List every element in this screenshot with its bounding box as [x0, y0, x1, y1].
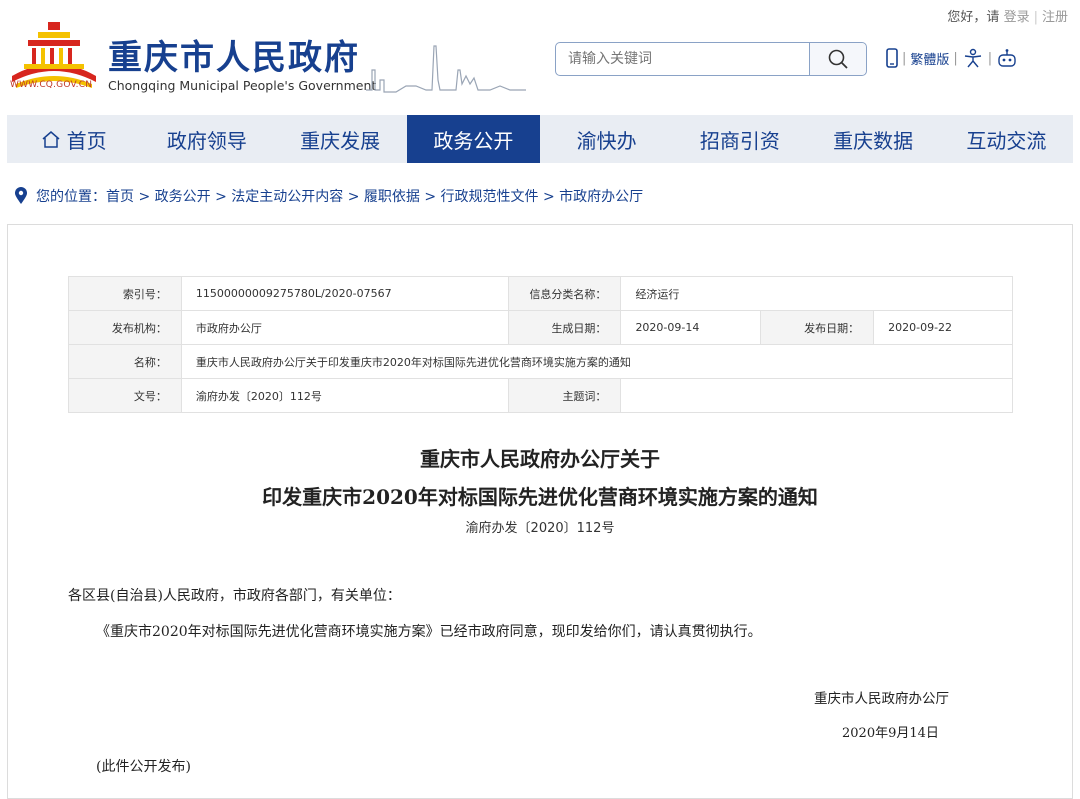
document-number: 渝府办发〔2020〕112号 — [465, 521, 615, 536]
created-date-value: 2020-09-14 — [620, 310, 762, 345]
table-row: 文号： 渝府办发〔2020〕112号 主题词： — [68, 378, 1013, 413]
nav-item-home[interactable]: 首页 — [7, 115, 140, 163]
site-subtitle: Chongqing Municipal People's Government — [108, 78, 377, 93]
main-nav: 首页 政府领导 重庆发展 政务公开 渝快办 招商引资 重庆数据 互动交流 — [7, 115, 1073, 163]
search-input[interactable] — [556, 43, 834, 75]
document-title-line1: 重庆市人民政府办公厅关于 — [420, 447, 660, 471]
nav-item-development[interactable]: 重庆发展 — [274, 115, 407, 163]
search-icon — [828, 49, 848, 69]
issuer-label: 发布机构： — [68, 310, 182, 345]
issuer-value: 市政府办公厅 — [180, 310, 509, 345]
breadcrumb: 您的位置： 首页 > 政务公开 > 法定主动公开内容 > 履职依据 > 行政规范… — [14, 186, 643, 206]
published-date-value: 2020-09-22 — [873, 310, 1013, 345]
nav-item-yukuaiban[interactable]: 渝快办 — [540, 115, 673, 163]
mobile-icon[interactable] — [886, 48, 898, 68]
top-links: 您好，请 登录 | 注册 — [947, 10, 1068, 25]
created-date-label: 生成日期： — [507, 310, 622, 345]
skyline-decoration — [366, 45, 526, 93]
breadcrumb-path[interactable]: 首页 > 政务公开 > 法定主动公开内容 > 履职依据 > 行政规范性文件 > … — [106, 186, 643, 206]
document-info-table: 索引号： 11500000009275780L/2020-07567 信息分类名… — [68, 276, 1014, 413]
document-addressee: 各区县(自治县)人民政府，市政府各部门，有关单位： — [68, 588, 401, 604]
category-value: 经济运行 — [620, 276, 1013, 311]
subject-label: 主题词： — [507, 378, 622, 413]
category-label: 信息分类名称： — [507, 276, 622, 311]
login-link[interactable]: 登录 — [1004, 10, 1030, 25]
register-link[interactable]: 注册 — [1042, 10, 1068, 25]
document-title-line2: 印发重庆市2020年对标国际先进优化营商环境实施方案的通知 — [262, 485, 818, 509]
search-box — [555, 42, 867, 76]
nav-item-interaction[interactable]: 互动交流 — [940, 115, 1073, 163]
document-date: 2020年9月14日 — [842, 726, 939, 741]
subject-value — [620, 378, 1013, 413]
greeting-text: 您好，请 — [947, 10, 1000, 25]
name-label: 名称： — [68, 344, 182, 379]
nav-item-data[interactable]: 重庆数据 — [807, 115, 940, 163]
document-signer: 重庆市人民政府办公厅 — [814, 691, 949, 707]
doc-number-label: 文号： — [68, 378, 182, 413]
site-title[interactable]: 重庆市人民政府 — [108, 30, 360, 79]
table-row: 索引号： 11500000009275780L/2020-07567 信息分类名… — [68, 276, 1013, 311]
breadcrumb-prefix: 您的位置： — [36, 189, 106, 205]
document-paragraph: 《重庆市2020年对标国际先进优化营商环境实施方案》已经市政府同意，现印发给你们… — [96, 624, 762, 640]
home-icon — [42, 131, 60, 148]
search-button[interactable] — [809, 43, 866, 75]
header-tools: | 繁體版 | | — [886, 48, 1018, 68]
document-note: (此件公开发布) — [96, 759, 191, 775]
site-url: WWW.CQ.GOV.CN — [10, 80, 93, 90]
traditional-chinese-link[interactable]: 繁體版 — [910, 49, 949, 68]
table-row: 发布机构： 市政府办公厅 生成日期： 2020-09-14 发布日期： 2020… — [68, 310, 1013, 345]
index-value: 11500000009275780L/2020-07567 — [180, 276, 509, 311]
nav-item-government-affairs[interactable]: 政务公开 — [406, 115, 540, 163]
location-pin-icon — [15, 187, 27, 204]
published-date-label: 发布日期： — [760, 310, 875, 345]
robot-assistant-icon[interactable] — [996, 48, 1018, 68]
doc-number-value: 渝府办发〔2020〕112号 — [180, 378, 509, 413]
table-row: 名称： 重庆市人民政府办公厅关于印发重庆市2020年对标国际先进优化营商环境实施… — [68, 344, 1014, 379]
nav-label: 首页 — [66, 128, 107, 153]
name-value: 重庆市人民政府办公厅关于印发重庆市2020年对标国际先进优化营商环境实施方案的通… — [180, 344, 1014, 379]
nav-item-investment[interactable]: 招商引资 — [673, 115, 806, 163]
accessibility-icon[interactable] — [962, 48, 984, 68]
index-label: 索引号： — [68, 276, 182, 311]
nav-item-leaders[interactable]: 政府领导 — [140, 115, 273, 163]
